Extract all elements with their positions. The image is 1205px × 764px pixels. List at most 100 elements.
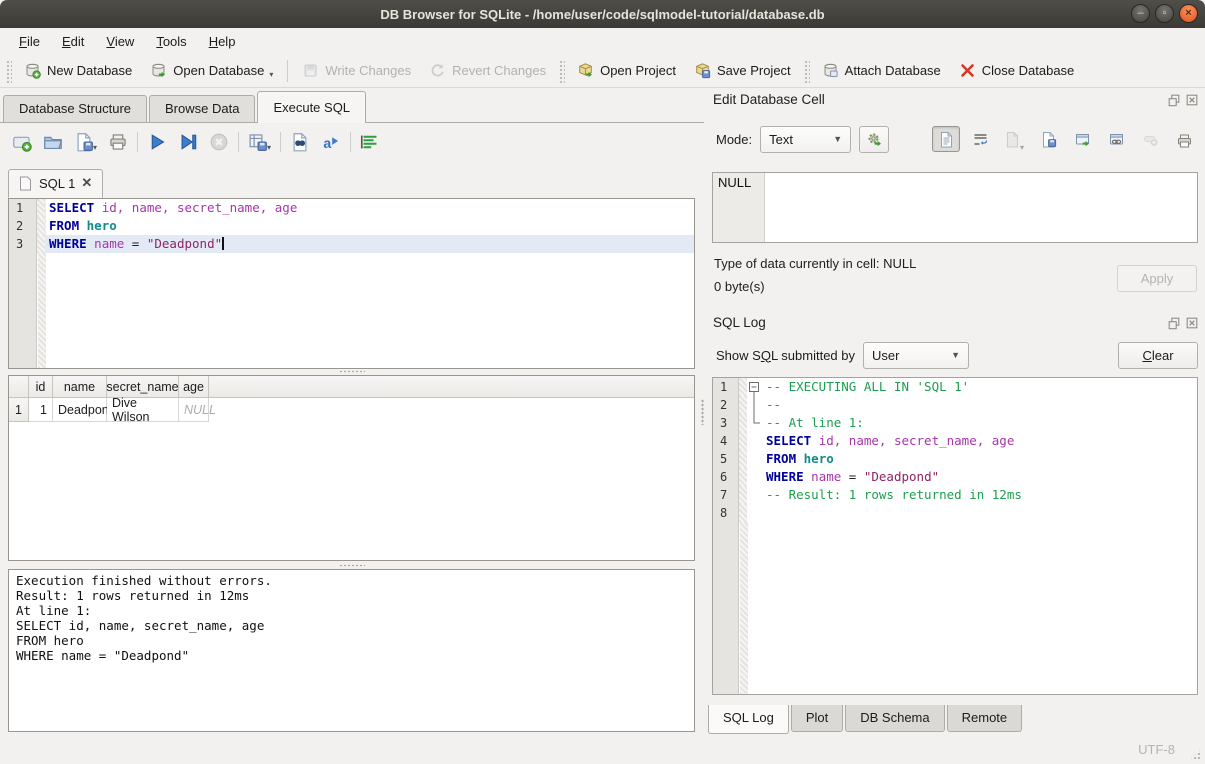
column-header-id[interactable]: id (29, 376, 53, 397)
format-sql-button[interactable]: a (321, 132, 341, 152)
wrap-icon (972, 131, 989, 148)
row-header[interactable]: 1 (9, 398, 29, 422)
float-panel-icon[interactable] (1167, 93, 1181, 107)
mode-select[interactable]: Text ▼ (760, 126, 851, 153)
write-changes-button[interactable]: Write Changes (293, 58, 420, 83)
save-sql-file-button[interactable]: ▾ (74, 132, 97, 152)
save-results-button[interactable]: ▾ (248, 132, 271, 152)
minimize-button[interactable]: – (1131, 4, 1150, 23)
float-panel-icon[interactable] (1167, 316, 1181, 330)
toolbar-handle[interactable] (558, 59, 565, 83)
close-tab-icon[interactable]: ✕ (81, 175, 92, 191)
text-mode-button[interactable] (932, 126, 960, 152)
revert-changes-button[interactable]: Revert Changes (420, 58, 555, 83)
results-message-splitter[interactable] (8, 563, 695, 568)
column-header-age[interactable]: age (179, 376, 209, 397)
dropdown-caret-icon[interactable]: ▾ (269, 71, 273, 79)
dock-tab-remote[interactable]: Remote (947, 705, 1023, 732)
dock-tab-plot[interactable]: Plot (791, 705, 843, 732)
close-panel-icon[interactable] (1185, 93, 1199, 107)
export-data-button[interactable] (1034, 126, 1062, 152)
cell-value-area[interactable] (765, 173, 1197, 242)
close-button[interactable]: × (1179, 4, 1198, 23)
print-cell-button[interactable] (1170, 126, 1198, 152)
execute-current-line-button[interactable] (178, 132, 198, 152)
open-sql-file-button[interactable] (43, 132, 63, 152)
sql-file-tab[interactable]: SQL 1✕ (8, 169, 103, 198)
stop-execution-button[interactable] (209, 132, 229, 152)
word-wrap-toggle-button[interactable] (360, 132, 380, 152)
title-bar[interactable]: DB Browser for SQLite - /home/user/code/… (0, 0, 1205, 28)
ext-icon (1074, 131, 1091, 148)
auto-apply-button[interactable] (859, 126, 889, 153)
submitter-select[interactable]: User ▼ (863, 342, 969, 369)
menu-view[interactable]: View (95, 30, 145, 53)
close-panel-icon[interactable] (1185, 316, 1199, 330)
column-header-name[interactable]: name (53, 376, 107, 397)
doc-text-icon (938, 131, 955, 148)
tab-database-structure[interactable]: Database Structure (3, 95, 147, 123)
mode-label: Mode: (716, 132, 752, 147)
fold-marker-icon[interactable] (747, 378, 762, 396)
panel-splitter[interactable] (699, 88, 706, 735)
cell-edit-toolbar: ▾ (932, 124, 1198, 154)
dropdown-caret-icon: ▾ (1020, 144, 1024, 152)
print-sql-button[interactable] (108, 132, 128, 152)
find-button[interactable] (290, 132, 310, 152)
dropdown-caret-icon[interactable]: ▾ (267, 144, 271, 152)
menu-file[interactable]: File (8, 30, 51, 53)
results-corner-header[interactable] (9, 376, 29, 397)
maximize-button[interactable]: ▫ (1155, 4, 1174, 23)
right-dock: Edit Database Cell Mode: Text ▼ ▾ NULL T… (706, 88, 1205, 735)
result-cell-name[interactable]: Deadpond (53, 398, 107, 422)
print-icon (108, 132, 128, 152)
clear-log-button[interactable]: Clear (1118, 342, 1198, 369)
dock-tab-sql-log[interactable]: SQL Log (708, 705, 789, 734)
dock-tab-db-schema[interactable]: DB Schema (845, 705, 944, 732)
apply-button[interactable]: Apply (1117, 265, 1197, 292)
editor-results-splitter[interactable] (8, 369, 695, 374)
open-in-external-app-button[interactable] (1068, 126, 1096, 152)
sql-editor[interactable]: 1SELECT id, name, secret_name, age2FROM … (8, 198, 695, 369)
null-btn-icon (1142, 131, 1159, 148)
tab-browse-data[interactable]: Browse Data (149, 95, 255, 123)
cell-null-label: NULL (713, 173, 765, 242)
result-cell-age[interactable]: NULL (179, 398, 209, 422)
toolbar-handle[interactable] (5, 59, 12, 83)
play-icon (147, 132, 167, 152)
table-row[interactable]: 11DeadpondDive WilsonNULL (9, 398, 694, 422)
new-sql-tab-button[interactable] (12, 132, 32, 152)
align-icon (360, 132, 380, 152)
open-database-button[interactable]: Open Database▾ (141, 58, 282, 83)
set-null-button[interactable] (1136, 126, 1164, 152)
sql-log-view[interactable]: 1-- EXECUTING ALL IN 'SQL 1'2--3-- At li… (712, 377, 1198, 695)
results-table[interactable]: idnamesecret_nameage 11DeadpondDive Wils… (8, 375, 695, 561)
word-wrap-button[interactable] (966, 126, 994, 152)
write-changes-label: Write Changes (325, 63, 411, 78)
menu-help[interactable]: Help (198, 30, 247, 53)
menu-edit[interactable]: Edit (51, 30, 95, 53)
attach-database-button[interactable]: Attach Database (813, 58, 950, 83)
dropdown-caret-icon[interactable]: ▾ (93, 144, 97, 152)
resize-grip[interactable] (1189, 748, 1202, 761)
cell-value-editor[interactable]: NULL (712, 172, 1198, 243)
import-data-button[interactable]: ▾ (1000, 126, 1028, 152)
export-icon (1040, 131, 1057, 148)
result-cell-id[interactable]: 1 (29, 398, 53, 422)
menu-tools[interactable]: Tools (145, 30, 197, 53)
toolbar-handle[interactable] (803, 59, 810, 83)
set-as-link-button[interactable] (1102, 126, 1130, 152)
new-database-button[interactable]: New Database (15, 58, 141, 83)
execute-all-button[interactable] (147, 132, 167, 152)
open-project-button[interactable]: Open Project (568, 58, 685, 83)
result-cell-secret_name[interactable]: Dive Wilson (107, 398, 179, 422)
column-header-secret_name[interactable]: secret_name (107, 376, 179, 397)
save-project-button[interactable]: Save Project (685, 58, 800, 83)
tab-execute-sql[interactable]: Execute SQL (257, 91, 366, 123)
close-database-button[interactable]: Close Database (950, 58, 1084, 83)
db-new-icon (24, 62, 41, 79)
execution-message-panel[interactable]: Execution finished without errors. Resul… (8, 569, 695, 732)
import-icon (1004, 131, 1021, 148)
attach-database-label: Attach Database (845, 63, 941, 78)
results-body: 11DeadpondDive WilsonNULL (9, 398, 694, 422)
